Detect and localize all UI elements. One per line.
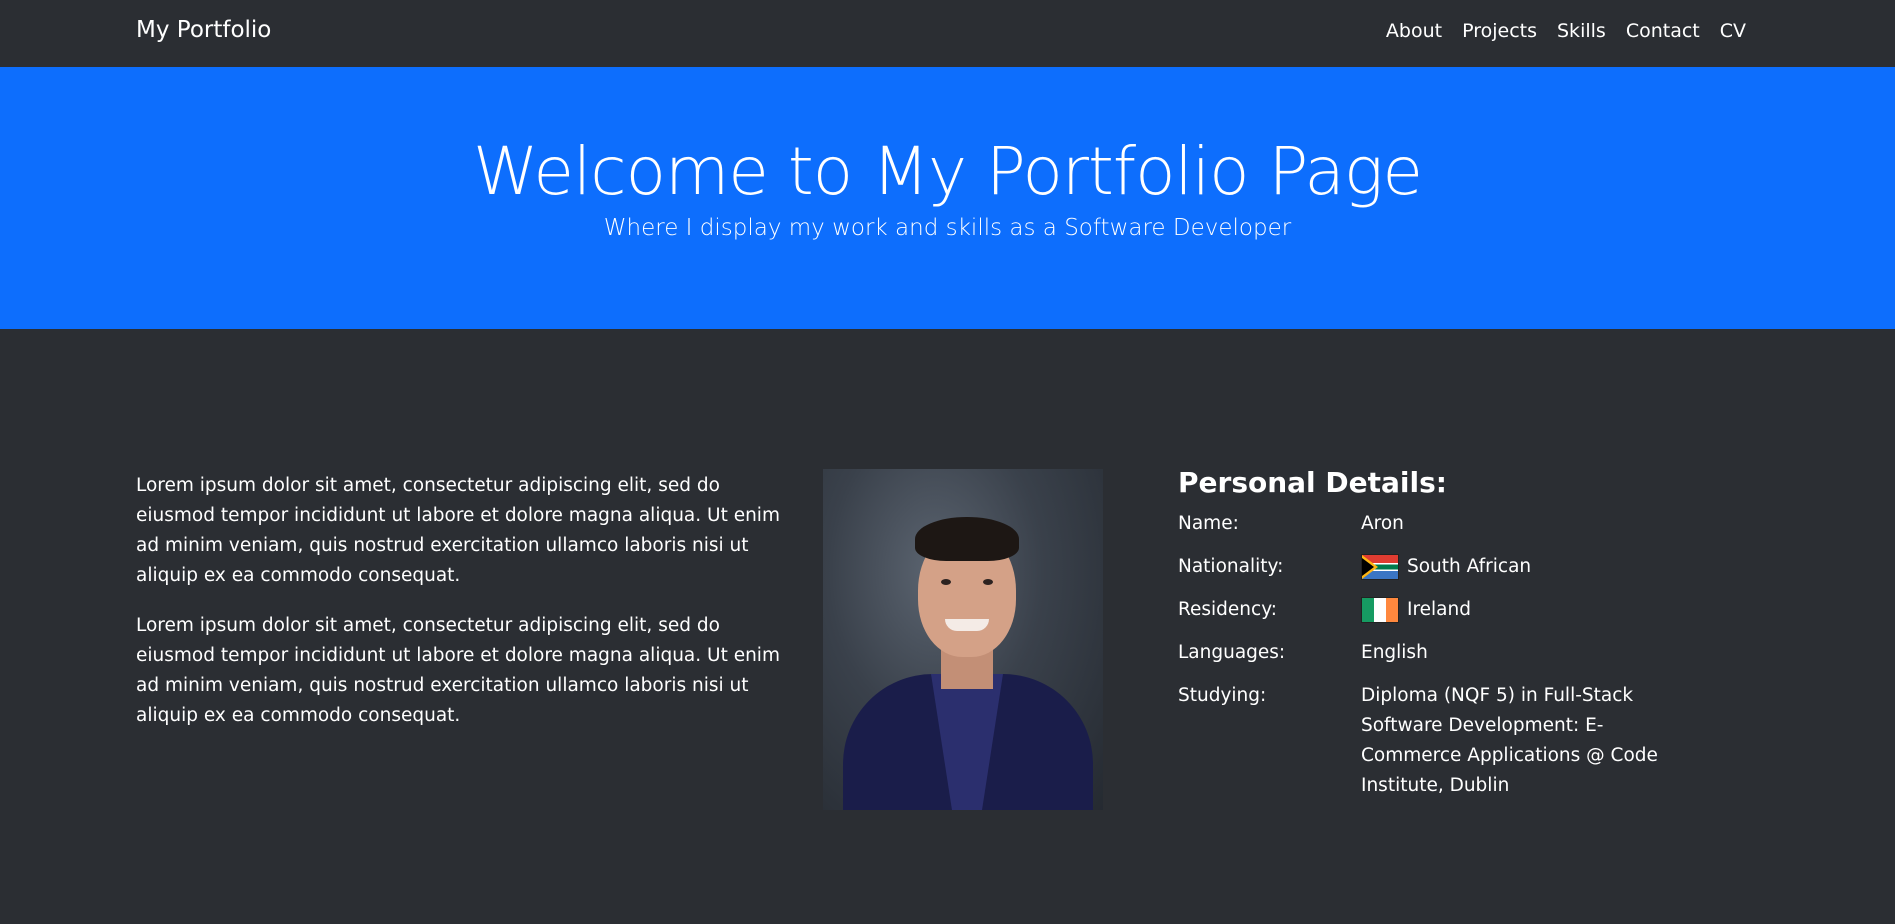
ireland-flag-icon bbox=[1361, 597, 1399, 623]
nav-link-skills[interactable]: Skills bbox=[1557, 20, 1606, 42]
detail-row-residency: Residency: Ireland bbox=[1178, 595, 1738, 625]
photo-hair bbox=[915, 517, 1019, 561]
about-text: Lorem ipsum dolor sit amet, consectetur … bbox=[136, 471, 786, 751]
nav-link-projects[interactable]: Projects bbox=[1462, 20, 1537, 42]
detail-row-nationality: Nationality: South African bbox=[1178, 552, 1738, 582]
nav-link-cv[interactable]: CV bbox=[1720, 20, 1746, 42]
detail-label: Name: bbox=[1178, 513, 1239, 534]
navbar: My Portfolio About Projects Skills Conta… bbox=[0, 0, 1895, 67]
detail-value-text: English bbox=[1361, 642, 1428, 663]
photo-eye bbox=[983, 579, 993, 585]
hero-subtitle: Where I display my work and skills as a … bbox=[603, 215, 1292, 241]
detail-row-languages: Languages: English bbox=[1178, 638, 1738, 668]
detail-row-studying: Studying: Diploma (NQF 5) in Full-Stack … bbox=[1178, 681, 1738, 801]
detail-label: Languages: bbox=[1178, 642, 1286, 663]
personal-details: Personal Details: Name: Aron Nationality… bbox=[1178, 466, 1738, 814]
nav-links: About Projects Skills Contact CV bbox=[1386, 20, 1746, 42]
detail-value-text: Ireland bbox=[1407, 599, 1471, 620]
hero-banner: Welcome to My Portfolio Page Where I dis… bbox=[0, 67, 1895, 329]
detail-value: South African bbox=[1361, 552, 1738, 582]
south-africa-flag-icon bbox=[1361, 554, 1399, 580]
detail-value: Ireland bbox=[1361, 595, 1738, 625]
detail-value-text: Diploma (NQF 5) in Full-Stack Software D… bbox=[1361, 685, 1658, 796]
detail-value: Aron bbox=[1361, 509, 1738, 539]
nav-link-contact[interactable]: Contact bbox=[1626, 20, 1700, 42]
detail-label: Residency: bbox=[1178, 599, 1278, 620]
personal-details-title: Personal Details: bbox=[1178, 466, 1447, 499]
detail-value-text: Aron bbox=[1361, 513, 1404, 534]
detail-value: English bbox=[1361, 638, 1738, 668]
nav-link-about[interactable]: About bbox=[1386, 20, 1442, 42]
hero-title: Welcome to My Portfolio Page bbox=[472, 133, 1423, 210]
about-paragraph: Lorem ipsum dolor sit amet, consectetur … bbox=[136, 475, 780, 586]
photo-eye bbox=[941, 579, 951, 585]
detail-label: Nationality: bbox=[1178, 556, 1284, 577]
profile-photo bbox=[823, 469, 1103, 810]
about-paragraph: Lorem ipsum dolor sit amet, consectetur … bbox=[136, 615, 780, 726]
detail-row-name: Name: Aron bbox=[1178, 509, 1738, 539]
brand-link[interactable]: My Portfolio bbox=[136, 17, 271, 43]
detail-value: Diploma (NQF 5) in Full-Stack Software D… bbox=[1361, 681, 1738, 801]
detail-value-text: South African bbox=[1407, 556, 1532, 577]
detail-label: Studying: bbox=[1178, 685, 1267, 706]
photo-smile bbox=[945, 619, 989, 631]
